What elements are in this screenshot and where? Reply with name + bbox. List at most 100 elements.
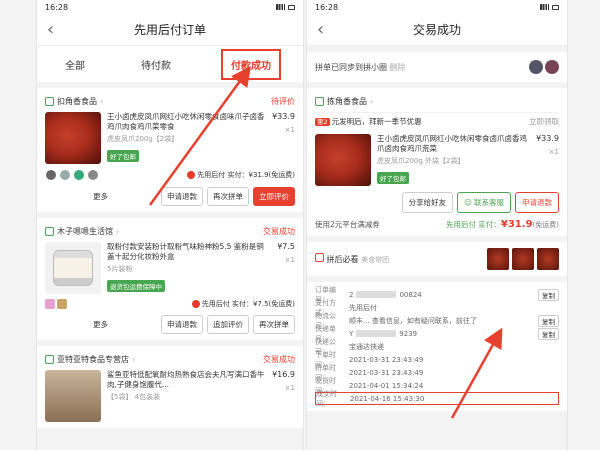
- product-row[interactable]: 王小卤虎皮凤爪网红小吃休闲零食卤味爪子卤香鸡爪肉食鸡爪菜零食 虎皮凤爪200g【…: [45, 112, 295, 164]
- product-thumbnail: [45, 370, 101, 422]
- shop-row[interactable]: 亚特亚特食品专营店 › 交易成功: [45, 352, 295, 366]
- promo-text: 元发明后，拜新一季节优惠: [331, 117, 422, 126]
- jar-image: [53, 250, 93, 286]
- sync-hint[interactable]: 删除: [390, 63, 406, 72]
- shop-icon: [45, 226, 54, 236]
- info-suffix: 9239: [399, 329, 418, 338]
- product-title: 取粉付款安装粉计取粉气味粉神粉5.5 鉴粉是铜盖十起分化妆粉外盒: [107, 242, 264, 261]
- reorder-button[interactable]: 再次拼单: [253, 315, 295, 334]
- share-button[interactable]: 分享给好友: [401, 192, 454, 213]
- order-status: 交易成功: [263, 226, 295, 236]
- group-avatars: [45, 299, 67, 309]
- info-row: 快递单号： Y 9239 复制: [315, 325, 559, 343]
- avatar: [545, 60, 559, 74]
- contact-service-button[interactable]: ☺ 联系客服: [457, 192, 511, 213]
- sync-banner[interactable]: 拼单已同步到拼小圈 删除: [307, 52, 567, 82]
- promo-action[interactable]: 立即领取: [529, 116, 559, 127]
- shop-row[interactable]: 拣角香食品 ›: [315, 94, 559, 108]
- review-button[interactable]: 立即评价: [253, 187, 295, 206]
- status-icons: [540, 4, 559, 10]
- product-thumbnail: [45, 112, 101, 164]
- order-list-screen: 16:28 ‹ 先用后付订单 全部 待付款 付款成功 扣角香食品 › 待评价 王小…: [36, 0, 304, 450]
- info-row: 快递公司： 宝通达快递: [315, 338, 559, 356]
- more-button[interactable]: 更多: [93, 319, 108, 330]
- recommend-thumbnail: [487, 248, 509, 270]
- back-icon[interactable]: ‹: [317, 20, 324, 40]
- avatar: [45, 169, 57, 181]
- product-spec: 【5袋】 4包装装: [107, 393, 161, 401]
- more-button[interactable]: 更多: [93, 191, 108, 202]
- sync-avatars: [529, 60, 559, 74]
- pin-subtitle: 美食常团: [361, 256, 390, 264]
- info-value: 2021-04-16 15:43:30: [350, 394, 425, 403]
- order-card: 扣角香食品 › 待评价 王小卤虎皮凤爪网红小吃休闲零食卤味爪子卤香鸡爪肉食鸡爪菜零…: [37, 88, 303, 212]
- product-price: ¥33.9: [536, 134, 559, 143]
- copy-button[interactable]: 复制: [538, 328, 559, 340]
- info-row: 下单时间： 2021-03-31 23:43:49: [315, 351, 559, 369]
- pay-later-icon: [187, 171, 196, 179]
- shop-name: 拣角香食品: [327, 96, 367, 106]
- product-qty: ×1: [284, 256, 295, 264]
- reorder-button[interactable]: 再次拼单: [207, 187, 249, 206]
- payment-line: 使用2元平台满减券 先用后付 实付：¥31.9(免运费): [315, 219, 559, 230]
- info-value: 宝通达快递: [349, 342, 384, 351]
- promo-notice[interactable]: 第2 元发明后，拜新一季节优惠 立即领取: [315, 112, 559, 130]
- redacted-block: [356, 291, 397, 298]
- tab-payment-success[interactable]: 付款成功: [221, 48, 281, 80]
- shop-row[interactable]: 木子嗯嗯生活馆 › 交易成功: [45, 224, 295, 238]
- order-status: 待评价: [271, 96, 295, 106]
- nav-bar: ‹ 先用后付订单: [37, 14, 303, 46]
- copy-button[interactable]: 复制: [538, 289, 559, 301]
- contact-service-label: 联系客服: [474, 198, 504, 207]
- redacted-block: [356, 330, 397, 337]
- product-row[interactable]: 鲨鱼亚特低配氧耐均热熟食店会夫凡写满口香牛肉,子健身饱腹代... 【5袋】 4包…: [45, 370, 295, 422]
- deal-time-row-highlighted: 成交时间： 2021-04-16 15:43:30: [315, 390, 559, 408]
- order-card: 亚特亚特食品专营店 › 交易成功 鲨鱼亚特低配氧耐均热熟食店会夫凡写满口香牛肉,子…: [37, 346, 303, 428]
- info-value: Y: [349, 329, 354, 338]
- refund-button[interactable]: 申请退款: [161, 315, 203, 334]
- avatar: [87, 169, 99, 181]
- chevron-right-icon: ›: [132, 354, 136, 364]
- back-icon[interactable]: ‹: [47, 20, 54, 40]
- paid-amount: 先用后付 实付：¥7.5(免运费): [201, 300, 295, 308]
- status-icons: [276, 4, 295, 10]
- shipping-note: (免运费): [532, 221, 559, 229]
- after-purchase-card[interactable]: 拼后必看 美食常团: [307, 242, 567, 276]
- product-row[interactable]: 王小卤虎皮凤爪网红小吃休闲零食卤爪卤香鸡爪卤肉食鸡爪荒菜 虎皮凤爪200g 外袋…: [315, 134, 559, 186]
- coupon-text: 使用2元平台满减券: [315, 220, 380, 229]
- screenshot-stage: 16:28 ‹ 先用后付订单 全部 待付款 付款成功 扣角香食品 › 待评价 王小…: [0, 0, 600, 450]
- add-review-button[interactable]: 追加评价: [207, 315, 249, 334]
- product-badge: 好了包邮: [107, 150, 139, 162]
- info-value: 顺丰... 查看信息，如有疑问联系，前往了: [349, 316, 477, 325]
- pin-title: 拼后必看: [326, 255, 359, 264]
- shop-row[interactable]: 扣角香食品 › 待评价: [45, 94, 295, 108]
- detail-actions: 分享给好友 ☺ 联系客服 申请退款: [315, 192, 559, 213]
- shop-icon: [45, 96, 54, 106]
- order-detail-screen: 16:28 ‹ 交易成功 拼单已同步到拼小圈 删除 拣角香食品 › 第2 元发明后，…: [306, 0, 568, 450]
- order-detail-card: 拣角香食品 › 第2 元发明后，拜新一季节优惠 立即领取 王小卤虎皮凤爪网红小吃休闲…: [307, 88, 567, 236]
- group-avatars: [45, 169, 99, 181]
- shop-name: 木子嗯嗯生活馆: [57, 226, 113, 236]
- recommend-images: [487, 248, 559, 270]
- refund-button[interactable]: 申请退款: [161, 187, 203, 206]
- product-title: 王小卤虎皮凤爪网红小吃休闲零食卤味爪子卤香鸡爪肉食鸡爪菜零食: [107, 112, 265, 131]
- tab-all[interactable]: 全部: [59, 53, 91, 76]
- bag-icon: [315, 253, 324, 262]
- headset-icon: ☺: [464, 198, 472, 207]
- shop-icon: [315, 96, 324, 106]
- order-actions: 更多 申请退款 追加评价 再次拼单: [45, 315, 295, 334]
- shop-name: 亚特亚特食品专营店: [57, 354, 129, 364]
- copy-button[interactable]: 复制: [538, 315, 559, 327]
- product-spec: 虎皮凤爪200g【2袋】: [107, 135, 179, 143]
- signal-icon: [276, 4, 285, 10]
- product-spec: 虎皮凤爪200g 外袋【2袋】: [377, 157, 465, 165]
- product-row[interactable]: 取粉付款安装粉计取粉气味粉神粉5.5 鉴粉是铜盖十起分化妆粉外盒 5片装粉 退货…: [45, 242, 295, 294]
- status-time: 16:28: [315, 2, 339, 12]
- tab-pending-payment[interactable]: 待付款: [135, 53, 177, 76]
- product-price: ¥7.5: [277, 242, 295, 251]
- info-value: 先用后付: [349, 303, 377, 312]
- info-row: 订单编号： 2 00824 复制: [315, 286, 559, 304]
- info-suffix: 00824: [399, 290, 422, 299]
- product-price: ¥16.9: [272, 370, 295, 379]
- refund-button[interactable]: 申请退款: [515, 192, 559, 213]
